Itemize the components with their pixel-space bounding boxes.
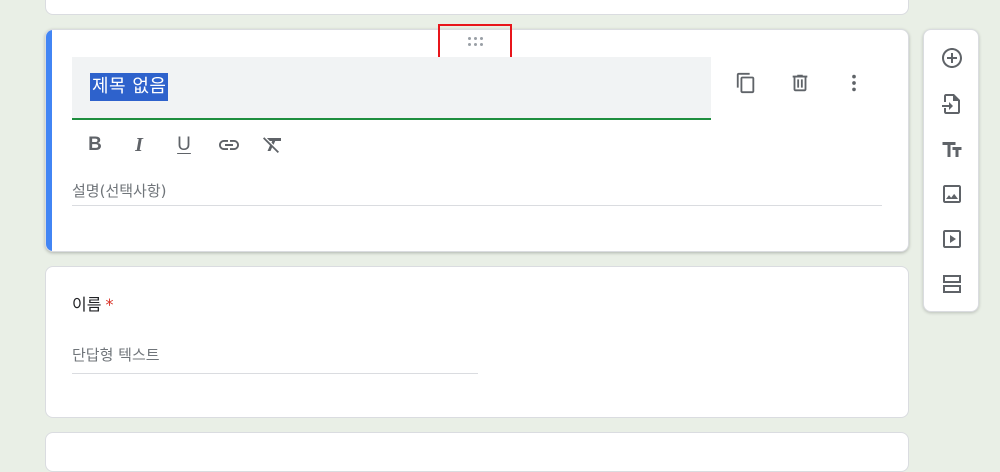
delete-icon[interactable]	[786, 69, 814, 97]
active-card-indicator	[46, 30, 52, 251]
add-image-icon[interactable]	[938, 180, 966, 208]
form-title-text: 제목 없음	[90, 73, 169, 101]
clear-format-icon[interactable]	[259, 131, 287, 159]
previous-card	[45, 0, 909, 15]
drag-handle[interactable]	[438, 24, 512, 59]
form-title-input[interactable]: 제목 없음	[72, 57, 711, 120]
underline-button[interactable]: U	[170, 131, 198, 159]
side-toolbar	[923, 29, 979, 312]
bold-button[interactable]: B	[81, 131, 109, 159]
import-questions-icon[interactable]	[938, 90, 966, 118]
question-title: 이름	[72, 295, 102, 314]
next-card	[45, 432, 909, 472]
add-video-icon[interactable]	[938, 225, 966, 253]
link-icon[interactable]	[215, 131, 243, 159]
description-input[interactable]: 설명(선택사항)	[72, 178, 882, 206]
short-answer-field: 단답형 텍스트	[72, 342, 478, 374]
add-question-icon[interactable]	[938, 44, 966, 72]
more-vert-icon[interactable]	[840, 69, 868, 97]
add-title-icon[interactable]	[938, 136, 966, 164]
add-section-icon[interactable]	[938, 270, 966, 298]
copy-icon[interactable]	[732, 69, 760, 97]
required-asterisk: *	[105, 295, 114, 314]
drag-handle-icon	[467, 37, 483, 46]
italic-button[interactable]: I	[125, 131, 153, 159]
question-label: 이름 *	[72, 294, 113, 316]
